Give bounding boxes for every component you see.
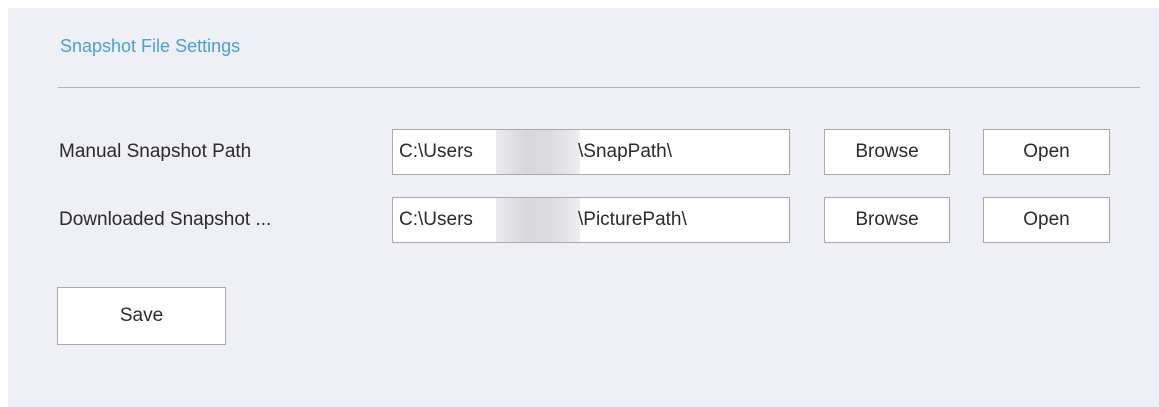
- redacted-username: [496, 198, 580, 242]
- downloaded-snapshot-row: Downloaded Snapshot ... C:\Users \Pictur…: [8, 197, 1159, 243]
- downloaded-open-button[interactable]: Open: [983, 197, 1110, 243]
- manual-snapshot-row: Manual Snapshot Path C:\Users \SnapPath\…: [8, 129, 1159, 175]
- manual-open-button[interactable]: Open: [983, 129, 1110, 175]
- manual-snapshot-path-field[interactable]: C:\Users \SnapPath\: [392, 129, 790, 175]
- manual-path-prefix: C:\Users: [399, 141, 473, 162]
- downloaded-snapshot-label: Downloaded Snapshot ...: [59, 209, 272, 230]
- manual-path-suffix: \SnapPath\: [578, 141, 673, 162]
- snapshot-settings-panel: Snapshot File Settings Manual Snapshot P…: [8, 8, 1159, 407]
- section-title: Snapshot File Settings: [60, 36, 241, 56]
- downloaded-path-prefix: C:\Users: [399, 209, 473, 230]
- downloaded-snapshot-path-field[interactable]: C:\Users \PicturePath\: [392, 197, 790, 243]
- section-divider: [58, 87, 1140, 88]
- manual-snapshot-label: Manual Snapshot Path: [59, 141, 252, 162]
- save-button[interactable]: Save: [57, 287, 226, 345]
- manual-browse-button[interactable]: Browse: [824, 129, 950, 175]
- redacted-username: [496, 130, 580, 174]
- downloaded-browse-button[interactable]: Browse: [824, 197, 950, 243]
- downloaded-path-suffix: \PicturePath\: [578, 209, 687, 230]
